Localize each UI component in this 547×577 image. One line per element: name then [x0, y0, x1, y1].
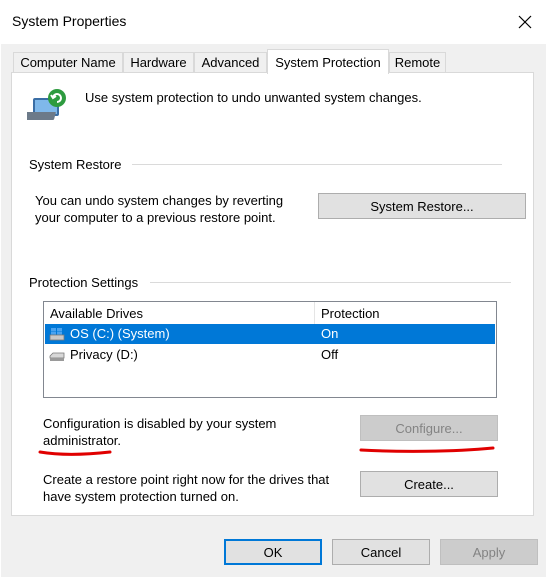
column-header-protection[interactable]: Protection [321, 302, 491, 324]
tab-computer-name[interactable]: Computer Name [13, 52, 123, 72]
create-restore-point-text: Create a restore point right now for the… [43, 472, 330, 504]
drive-protection: On [321, 326, 339, 341]
drive-name: Privacy (D:) [70, 347, 138, 362]
tab-advanced[interactable]: Advanced [194, 52, 267, 72]
configuration-disabled-text: Configuration is disabled by your system… [43, 416, 277, 448]
create-button[interactable]: Create... [360, 471, 498, 497]
window-title: System Properties [12, 13, 127, 29]
cancel-button[interactable]: Cancel [332, 539, 430, 565]
drive-protection: Off [321, 347, 339, 362]
system-drive-icon [49, 328, 65, 341]
tab-remote[interactable]: Remote [389, 52, 446, 72]
close-icon [518, 15, 532, 29]
drives-list[interactable]: Available Drives Protection OS (C:) (Sys… [43, 301, 497, 398]
drive-icon [49, 352, 65, 361]
annotation-underline [38, 450, 112, 456]
system-restore-group-title: System Restore [29, 157, 128, 172]
column-header-available-drives[interactable]: Available Drives [50, 302, 314, 324]
header-description: Use system protection to undo unwanted s… [85, 90, 422, 105]
tab-hardware[interactable]: Hardware [123, 52, 194, 72]
column-separator [314, 302, 315, 324]
system-protection-icon [20, 86, 69, 124]
protection-settings-divider [150, 282, 511, 283]
system-restore-button[interactable]: System Restore... [318, 193, 526, 219]
system-restore-divider [132, 164, 502, 165]
drive-row-c[interactable]: OS (C:) (System) On [45, 324, 495, 344]
system-restore-text: You can undo system changes by reverting… [35, 193, 284, 225]
close-button[interactable] [506, 5, 544, 39]
tab-system-protection[interactable]: System Protection [267, 49, 389, 74]
configure-button[interactable]: Configure... [360, 415, 498, 441]
drive-name: OS (C:) (System) [70, 326, 170, 341]
apply-button[interactable]: Apply [440, 539, 538, 565]
drive-row-d[interactable]: Privacy (D:) Off [45, 345, 495, 365]
annotation-underline [359, 446, 495, 453]
protection-settings-group-title: Protection Settings [29, 275, 145, 290]
ok-button[interactable]: OK [224, 539, 322, 565]
